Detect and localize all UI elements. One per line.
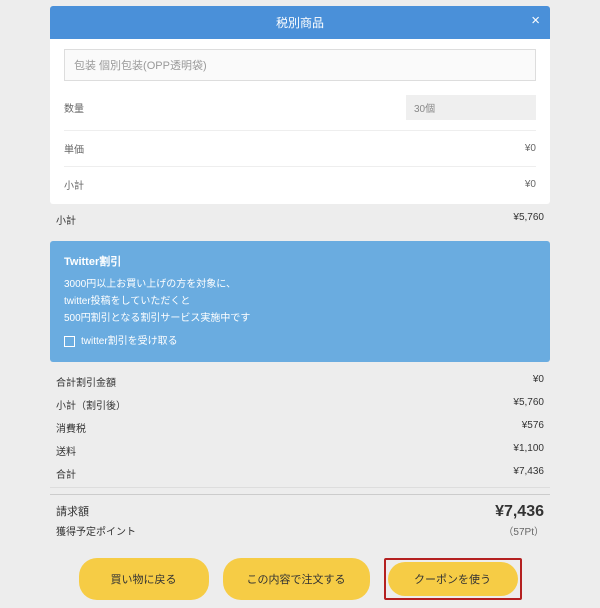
item-sub-value: ¥0 [525,179,536,190]
item-sub-label: 小計 [64,177,84,192]
item-sub-row: 小計 ¥0 [64,171,536,198]
ship-value: ¥1,100 [513,443,544,458]
promo-line2: twitter投稿をしていただくと [64,293,536,310]
ship-row: 送料 ¥1,100 [50,439,550,462]
qty-label: 数量 [64,100,84,115]
order-button[interactable]: この内容で注文する [223,558,370,600]
grand-value: ¥7,436 [495,503,544,521]
after-row: 小計（割引後） ¥5,760 [50,393,550,416]
item-name: 包装 個別包装(OPP透明袋) [64,49,536,81]
item-panel: 包装 個別包装(OPP透明袋) 数量 30個 単価 ¥0 小計 ¥0 [50,39,550,204]
button-row: 買い物に戻る この内容で注文する クーポンを使う [50,544,550,608]
divider [64,166,536,167]
twitter-promo-box: Twitter割引 3000円以上お買い上げの方を対象に、 twitter投稿を… [50,241,550,362]
modal-header: 税別商品 × [50,6,550,39]
close-icon[interactable]: × [531,12,540,29]
subtotal-row: 小計 ¥5,760 [50,204,550,231]
discount-value: ¥0 [533,374,544,389]
unit-row: 単価 ¥0 [64,135,536,162]
promo-line1: 3000円以上お買い上げの方を対象に、 [64,276,536,293]
points-value: （57Pt） [503,527,544,538]
unit-value: ¥0 [525,143,536,154]
back-button[interactable]: 買い物に戻る [79,558,209,600]
discount-label: 合計割引金額 [56,374,116,389]
modal-title: 税別商品 [276,16,324,30]
after-label: 小計（割引後） [56,397,126,412]
qty-value: 30個 [406,95,536,120]
ship-label: 送料 [56,443,76,458]
promo-checkbox[interactable] [64,336,75,347]
promo-title: Twitter割引 [64,253,536,272]
discount-row: 合計割引金額 ¥0 [50,370,550,393]
grand-total-row: 請求額 ¥7,436 [50,494,550,523]
divider [64,130,536,131]
grand-label: 請求額 [56,503,89,521]
total-row: 合計 ¥7,436 [50,462,550,488]
tax-label: 消費税 [56,420,86,435]
unit-label: 単価 [64,141,84,156]
total-value: ¥7,436 [513,466,544,481]
tax-value: ¥576 [522,420,544,435]
tax-row: 消費税 ¥576 [50,416,550,439]
order-summary-container: 税別商品 × 包装 個別包装(OPP透明袋) 数量 30個 単価 ¥0 小計 ¥… [50,0,550,608]
points-row: 獲得予定ポイント （57Pt） [50,523,550,544]
subtotal-value: ¥5,760 [513,212,544,227]
after-value: ¥5,760 [513,397,544,412]
points-label: 獲得予定ポイント [50,523,136,538]
promo-checkbox-label: twitter割引を受け取る [81,333,178,350]
subtotal-label: 小計 [56,212,76,227]
coupon-button[interactable]: クーポンを使う [388,562,518,596]
total-label: 合計 [56,466,76,481]
qty-row: 数量 30個 [64,89,536,126]
coupon-highlight: クーポンを使う [384,558,522,600]
promo-checkbox-row[interactable]: twitter割引を受け取る [64,333,536,350]
promo-line3: 500円割引となる割引サービス実施中です [64,310,536,327]
